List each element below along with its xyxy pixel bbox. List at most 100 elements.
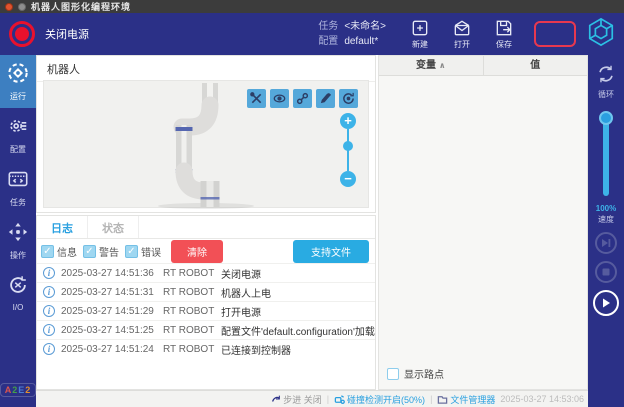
sidebar-item-run-label: 运行	[10, 91, 26, 102]
log-message: 配置文件'default.configuration'加载成功	[221, 323, 375, 338]
filter-warning-checkbox[interactable]: ✓警告	[83, 244, 119, 259]
play-button[interactable]	[593, 290, 619, 316]
speed-label: 速度	[598, 214, 614, 225]
config-icon	[7, 115, 29, 142]
log-row[interactable]: i 2025-03-27 14:51:25 RT ROBOT 配置文件'defa…	[37, 320, 375, 339]
show-waypoints-checkbox[interactable]: 显示路点	[387, 366, 444, 381]
speed-value: 100%	[596, 204, 616, 213]
speed-slider[interactable]	[603, 116, 609, 196]
log-time: 2025-03-27 14:51:29	[61, 306, 163, 317]
support-files-button[interactable]: 支持文件	[293, 240, 369, 263]
speed-slider-handle[interactable]	[599, 111, 613, 125]
stop-button[interactable]	[595, 261, 617, 283]
brush-button[interactable]	[316, 89, 335, 108]
checkbox-checked-icon: ✓	[41, 245, 54, 258]
step-arrow-icon	[271, 394, 281, 404]
filter-info-label: 信息	[57, 244, 77, 259]
show-waypoints-label: 显示路点	[404, 366, 444, 381]
sidebar-item-task-label: 任务	[10, 197, 26, 208]
rotate-view-button[interactable]	[339, 89, 358, 108]
log-row[interactable]: i 2025-03-27 14:51:24 RT ROBOT 已连接到控制器	[37, 339, 375, 358]
variables-panel: 变量∧ 值 显示路点	[378, 55, 588, 390]
info-icon: i	[43, 286, 55, 298]
log-time: 2025-03-27 14:51:24	[61, 344, 163, 355]
clear-log-button[interactable]: 清除	[171, 240, 223, 263]
log-time: 2025-03-27 14:51:31	[61, 287, 163, 298]
sidebar-item-run[interactable]: 运行	[0, 55, 36, 108]
zoom-out-button[interactable]: −	[340, 171, 356, 187]
power-button[interactable]	[9, 21, 35, 47]
config-label: 配置	[318, 36, 338, 47]
app-logo-icon	[586, 17, 616, 52]
operate-icon	[7, 221, 29, 248]
sidebar-item-operate-label: 操作	[10, 250, 26, 261]
info-icon: i	[43, 305, 55, 317]
log-source: RT ROBOT	[163, 306, 221, 317]
sort-asc-icon: ∧	[439, 61, 446, 70]
new-task-button[interactable]: 新建	[400, 18, 440, 50]
sidebar-item-config-label: 配置	[10, 144, 26, 155]
step-forward-icon	[600, 237, 612, 249]
variables-header: 变量∧ 值	[379, 56, 587, 76]
loop-label: 循环	[598, 89, 614, 100]
log-tabs: 日志 状态	[37, 216, 375, 239]
power-icon	[15, 27, 29, 41]
window-minimize-icon[interactable]	[18, 3, 26, 11]
filter-error-checkbox[interactable]: ✓错误	[125, 244, 161, 259]
sidebar-item-io[interactable]: I/O	[0, 267, 36, 318]
zoom-in-button[interactable]: +	[340, 113, 356, 129]
task-config-block: 任务<未命名> 配置default*	[318, 19, 386, 49]
io-icon	[7, 274, 29, 301]
window-titlebar: 机器人图形化编程环境	[0, 0, 624, 13]
sidebar-item-task[interactable]: 任务	[0, 161, 36, 214]
save-task-label: 保存	[496, 39, 512, 50]
zoom-slider-handle[interactable]	[343, 141, 353, 151]
left-sidebar: 运行 配置 任务 操作 I/O A2E2	[0, 55, 36, 407]
tools-button[interactable]	[247, 89, 266, 108]
filter-error-label: 错误	[141, 244, 161, 259]
log-rows: i 2025-03-27 14:51:36 RT ROBOT 关闭电源 i 20…	[37, 263, 375, 389]
joint-button[interactable]	[293, 89, 312, 108]
checkbox-checked-icon: ✓	[125, 245, 138, 258]
loop-toggle[interactable]: 循环	[595, 63, 617, 100]
window-close-icon[interactable]	[5, 3, 13, 11]
info-icon: i	[43, 324, 55, 336]
brand-letter: 2	[25, 385, 31, 395]
viewport-toolbar	[247, 89, 358, 108]
checkbox-checked-icon: ✓	[83, 245, 96, 258]
eye-button[interactable]	[270, 89, 289, 108]
save-task-button[interactable]: 保存	[484, 18, 524, 50]
column-variable-label: 变量	[416, 60, 436, 71]
sidebar-item-operate[interactable]: 操作	[0, 214, 36, 267]
log-row[interactable]: i 2025-03-27 14:51:29 RT ROBOT 打开电源	[37, 301, 375, 320]
step-status[interactable]: 步进 关闭	[271, 393, 322, 406]
column-variable[interactable]: 变量∧	[379, 56, 484, 75]
zoom-slider[interactable]	[347, 129, 349, 171]
open-file-icon	[452, 18, 472, 38]
log-source: RT ROBOT	[163, 268, 221, 279]
loop-icon	[595, 63, 617, 87]
separator: |	[327, 394, 329, 404]
window-title: 机器人图形化编程环境	[31, 0, 131, 13]
play-icon	[600, 297, 612, 309]
task-value: <未命名>	[344, 21, 386, 32]
tab-status[interactable]: 状态	[88, 216, 139, 238]
file-manager-link[interactable]: 文件管理器	[437, 393, 495, 406]
column-value-label: 值	[530, 60, 540, 71]
tab-log[interactable]: 日志	[37, 216, 88, 238]
info-icon: i	[43, 343, 55, 355]
column-value[interactable]: 值	[484, 56, 588, 75]
collision-detection-status[interactable]: 碰撞检测开启(50%)	[334, 393, 425, 406]
status-indicator-box	[534, 21, 576, 47]
log-time: 2025-03-27 14:51:36	[61, 268, 163, 279]
log-time: 2025-03-27 14:51:25	[61, 325, 163, 336]
sidebar-item-config[interactable]: 配置	[0, 108, 36, 161]
config-value: default*	[344, 36, 378, 47]
log-row[interactable]: i 2025-03-27 14:51:31 RT ROBOT 机器人上电	[37, 282, 375, 301]
open-task-button[interactable]: 打开	[442, 18, 482, 50]
step-forward-button[interactable]	[595, 232, 617, 254]
filter-info-checkbox[interactable]: ✓信息	[41, 244, 77, 259]
robot-3d-viewport[interactable]: + −	[43, 80, 369, 208]
collision-detection-label: 碰撞检测开启(50%)	[347, 393, 425, 406]
log-row[interactable]: i 2025-03-27 14:51:36 RT ROBOT 关闭电源	[37, 263, 375, 282]
